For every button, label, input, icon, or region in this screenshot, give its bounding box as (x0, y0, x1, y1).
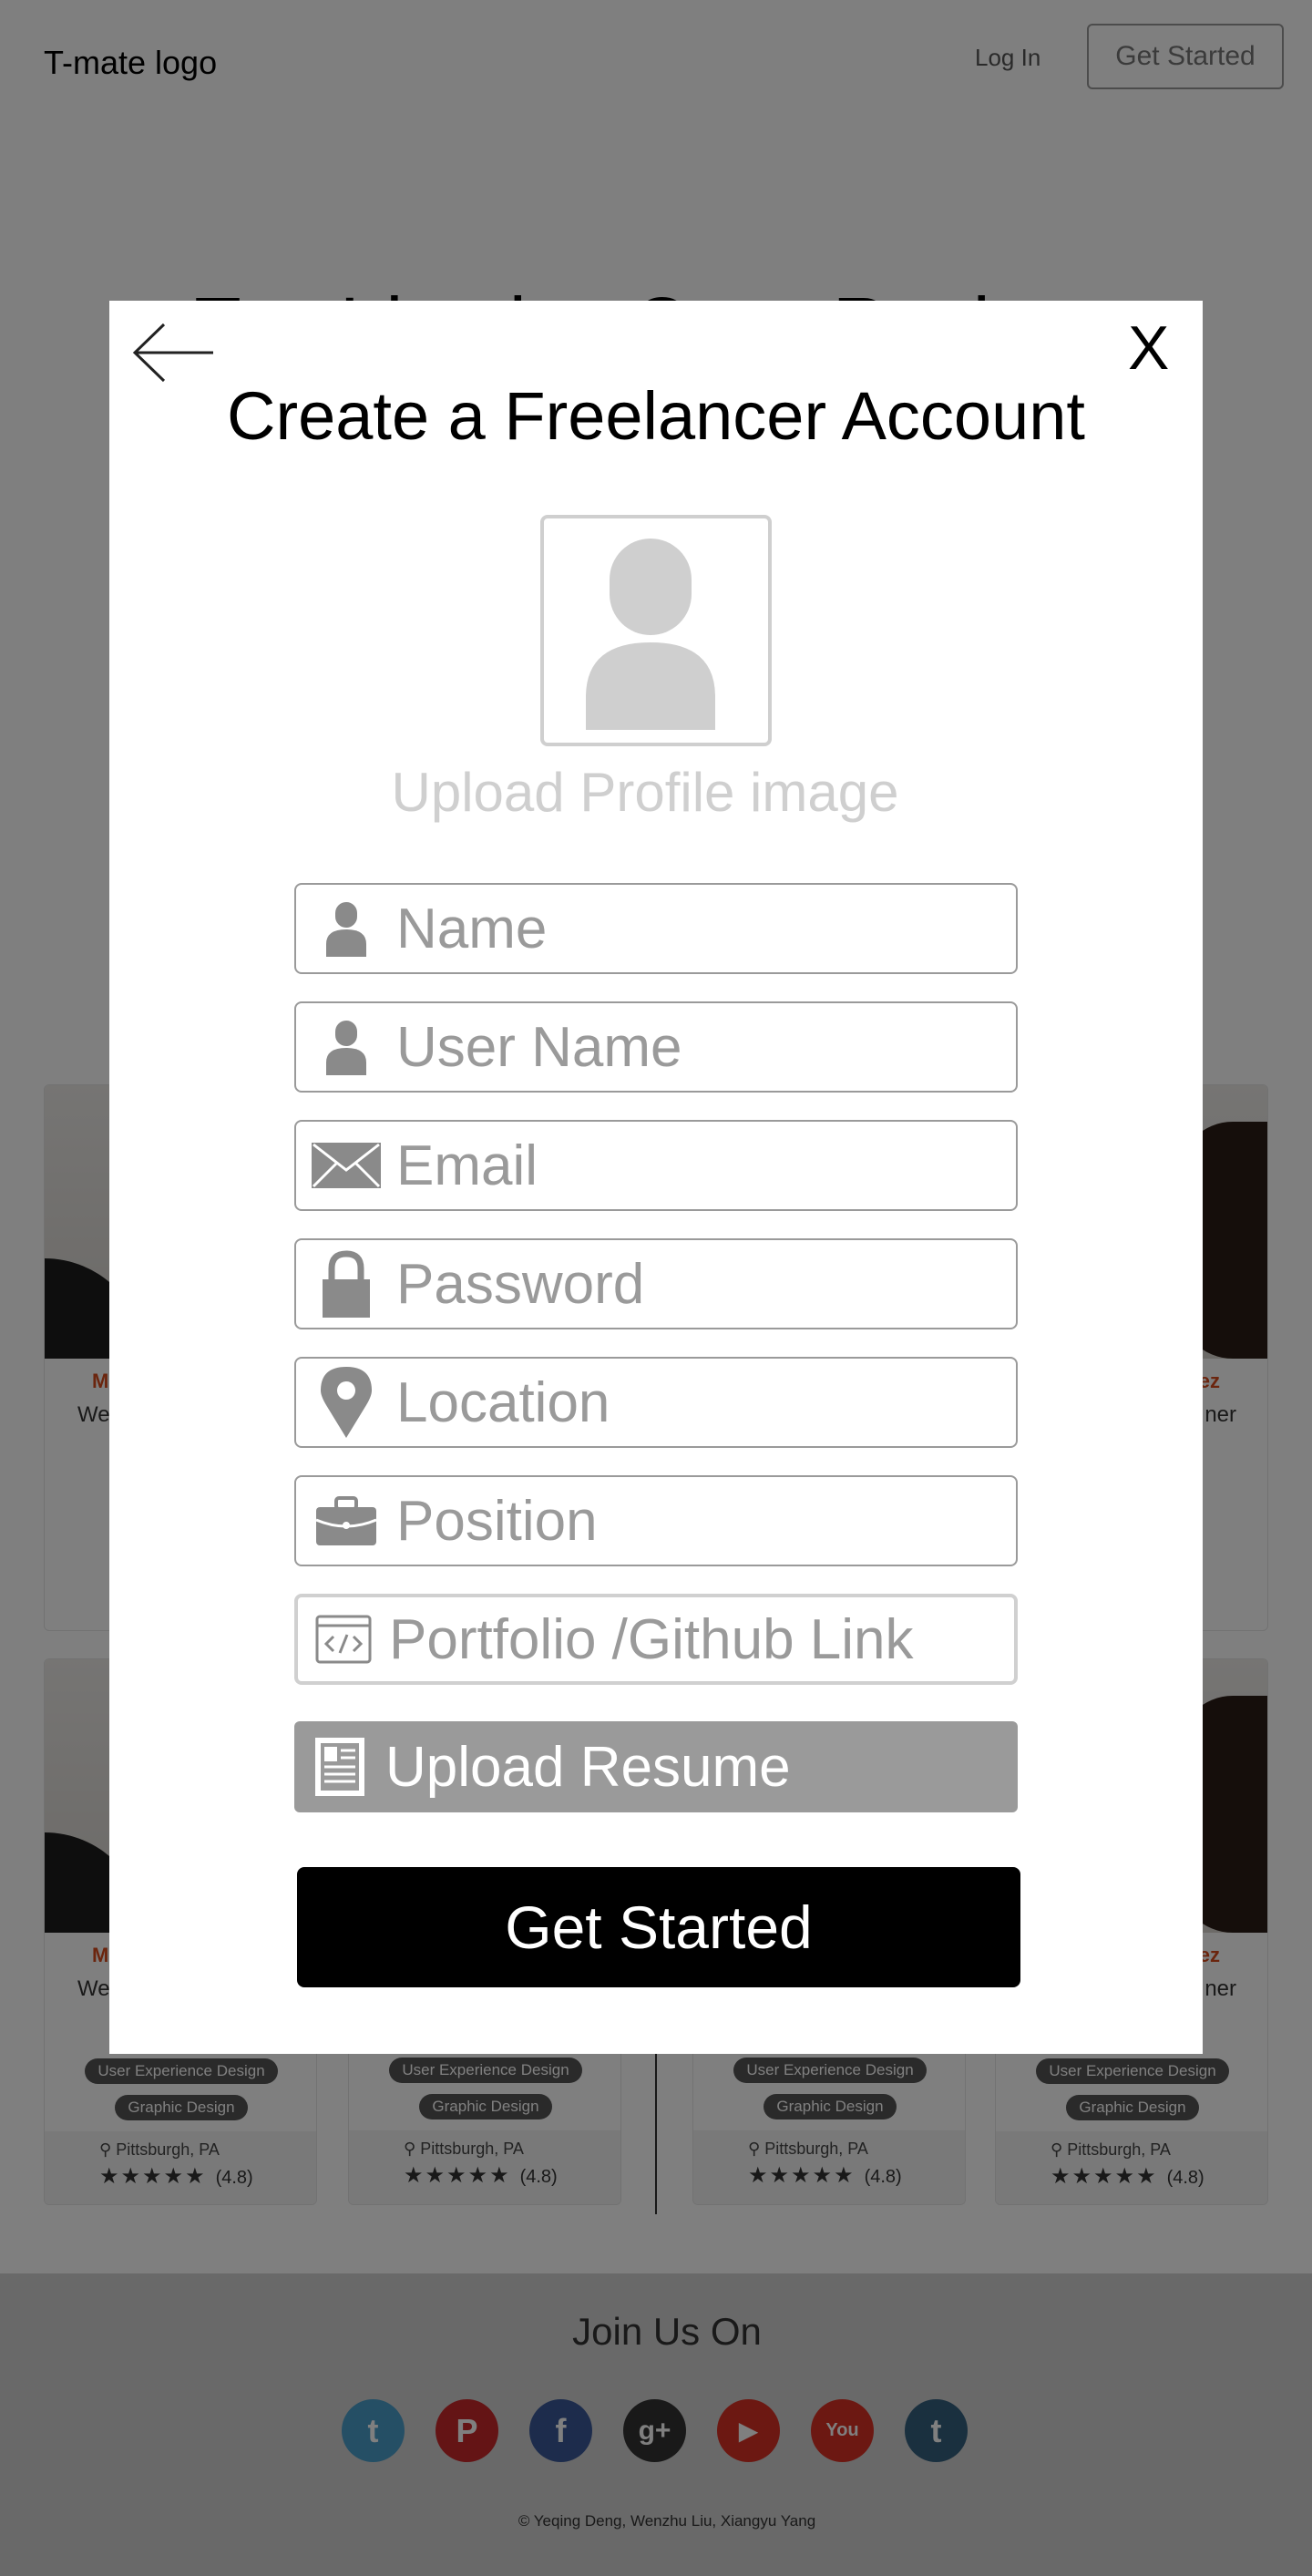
username-input[interactable] (396, 1014, 998, 1080)
envelope-icon (296, 1122, 396, 1209)
password-input[interactable] (396, 1251, 998, 1317)
modal-title: Create a Freelancer Account (227, 378, 1085, 454)
upload-resume-button[interactable]: Upload Resume (294, 1721, 1018, 1812)
portfolio-field[interactable] (294, 1594, 1018, 1685)
name-input[interactable] (396, 896, 998, 961)
map-pin-icon (296, 1359, 396, 1446)
upload-profile-label[interactable]: Upload Profile image (98, 761, 1192, 824)
email-input[interactable] (396, 1133, 998, 1198)
resume-document-icon (294, 1721, 385, 1812)
location-input[interactable] (396, 1370, 998, 1435)
position-input[interactable] (396, 1488, 998, 1554)
email-field[interactable] (294, 1120, 1018, 1211)
password-field[interactable] (294, 1238, 1018, 1329)
upload-resume-label: Upload Resume (385, 1735, 791, 1799)
signup-modal: X Create a Freelancer Account Upload Pro… (109, 301, 1203, 2054)
user-icon (296, 1003, 396, 1091)
user-icon (296, 885, 396, 972)
name-field[interactable] (294, 883, 1018, 974)
lock-icon (296, 1240, 396, 1328)
portfolio-input[interactable] (389, 1606, 990, 1672)
user-avatar-icon (586, 539, 715, 730)
location-field[interactable] (294, 1357, 1018, 1448)
close-button[interactable]: X (1128, 317, 1169, 379)
back-arrow-icon[interactable] (131, 321, 215, 385)
get-started-button[interactable]: Get Started (297, 1867, 1020, 1987)
profile-image-upload[interactable] (540, 515, 772, 746)
username-field[interactable] (294, 1001, 1018, 1093)
position-field[interactable] (294, 1475, 1018, 1566)
code-window-icon (298, 1596, 389, 1683)
briefcase-icon (296, 1477, 396, 1565)
